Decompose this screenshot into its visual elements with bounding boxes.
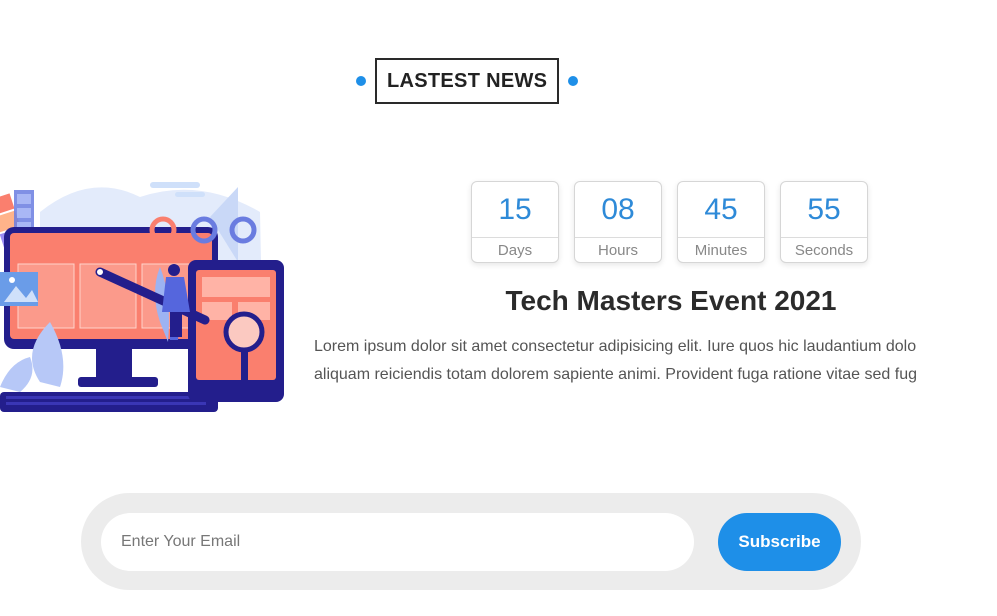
event-description-line-2: aliquam reiciendis totam dolorem sapient…: [314, 366, 917, 383]
heading-dot-left: [356, 76, 366, 86]
countdown-label: Hours: [597, 241, 638, 259]
section-title: LASTEST NEWS: [375, 58, 560, 104]
email-input[interactable]: [101, 513, 694, 571]
countdown-hours: 08 Hours: [574, 181, 662, 263]
countdown-label: Seconds: [794, 241, 854, 259]
countdown-value: 45: [678, 182, 764, 238]
subscribe-form: Subscribe: [81, 493, 861, 590]
countdown-value: 15: [472, 182, 558, 238]
countdown-days: 15 Days: [471, 181, 559, 263]
countdown-label: Days: [497, 241, 533, 259]
subscribe-button[interactable]: Subscribe: [718, 513, 841, 571]
section-heading: LASTEST NEWS: [356, 56, 579, 106]
countdown-label: Minutes: [694, 241, 748, 259]
web-design-illustration: [0, 182, 284, 412]
countdown-timer: 15 Days 08 Hours 45 Minutes 55 Seconds: [471, 181, 868, 263]
countdown-minutes: 45 Minutes: [677, 181, 765, 263]
event-description-line-1: Lorem ipsum dolor sit amet consectetur a…: [314, 338, 917, 355]
countdown-value: 08: [575, 182, 661, 238]
heading-dot-right: [568, 76, 579, 86]
event-title: Tech Masters Event 2021: [505, 285, 837, 316]
countdown-seconds: 55 Seconds: [780, 181, 868, 263]
countdown-value: 55: [781, 182, 867, 238]
event-description: Lorem ipsum dolor sit amet consectetur a…: [314, 333, 997, 389]
